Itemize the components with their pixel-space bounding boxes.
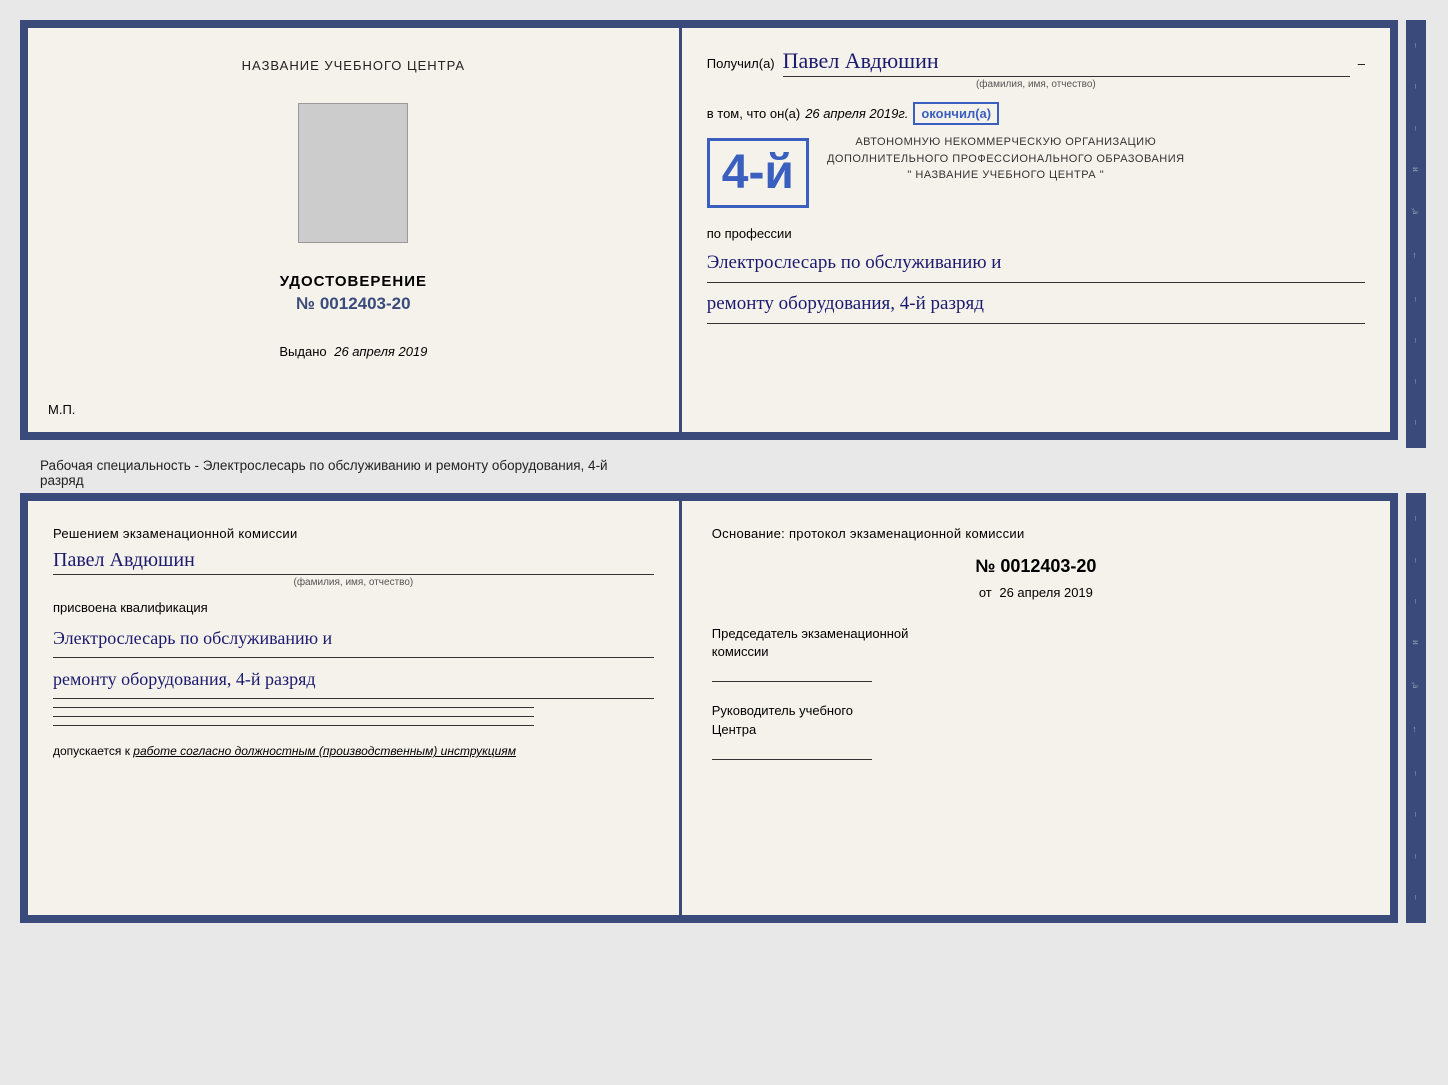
prisvoena-label: присвоена квалификация	[53, 600, 654, 615]
strip-bottom-char-2: –	[1411, 558, 1421, 563]
poluchil-line: Получил(а) Павел Авдюшин –	[707, 48, 1365, 77]
profession-line2-top: ремонту оборудования, 4-й разряд	[707, 287, 1365, 324]
bottom-number: № 0012403-20	[712, 556, 1360, 577]
middle-text-content: Рабочая специальность - Электрослесарь п…	[40, 458, 608, 473]
vtom-date: 26 апреля 2019г.	[805, 106, 908, 121]
strip-char-2: –	[1411, 84, 1421, 89]
stamp-4y: 4-й	[722, 149, 794, 197]
resheniem-text: Решением экзаменационной комиссии	[53, 526, 654, 541]
strip-bottom-char-7: –	[1411, 771, 1421, 776]
bottom-name: Павел Авдюшин	[53, 549, 654, 575]
strip-char-9: –	[1411, 379, 1421, 384]
bottom-left-panel: Решением экзаменационной комиссии Павел …	[28, 501, 682, 915]
ot-label: от	[979, 585, 992, 600]
strip-char-5: ,а	[1411, 208, 1421, 214]
signature-line-3	[53, 725, 534, 726]
mp-label: М.П.	[48, 402, 75, 417]
top-document-wrapper: НАЗВАНИЕ УЧЕБНОГО ЦЕНТРА УДОСТОВЕРЕНИЕ №…	[20, 20, 1398, 448]
strip-char-1: –	[1411, 43, 1421, 48]
top-left-panel: НАЗВАНИЕ УЧЕБНОГО ЦЕНТРА УДОСТОВЕРЕНИЕ №…	[28, 28, 682, 432]
ot-date-value: 26 апреля 2019	[999, 585, 1093, 600]
strip-char-8: –	[1411, 338, 1421, 343]
predsedatel-signature-line	[712, 681, 872, 682]
strip-bottom-char-1: –	[1411, 516, 1421, 521]
dopuskaetsya-label: допускается к	[53, 744, 130, 758]
strip-bottom-char-6: ←	[1411, 725, 1421, 734]
right-strip-bottom: – – – и ,а ← – – – –	[1406, 493, 1426, 923]
strip-char-6: ←	[1411, 251, 1421, 260]
top-center-title: НАЗВАНИЕ УЧЕБНОГО ЦЕНТРА	[242, 58, 465, 73]
strip-char-3: –	[1411, 126, 1421, 131]
stamp-line2: ДОПОЛНИТЕЛЬНОГО ПРОФЕССИОНАЛЬНОГО ОБРАЗО…	[827, 151, 1185, 168]
dopuskaetsya-block: допускается к работе согласно должностны…	[53, 744, 654, 758]
predsedatel-title-text: Председатель экзаменационной	[712, 626, 909, 641]
dash-right: –	[1358, 56, 1365, 71]
dopuskaetsya-text: работе согласно должностным (производств…	[133, 744, 516, 758]
stamp-line3: " НАЗВАНИЕ УЧЕБНОГО ЦЕНТРА "	[827, 167, 1185, 184]
strip-bottom-char-8: –	[1411, 812, 1421, 817]
fio-subtitle-top: (фамилия, имя, отчество)	[707, 79, 1365, 90]
top-right-panel: Получил(а) Павел Авдюшин – (фамилия, имя…	[682, 28, 1390, 432]
bottom-document-wrapper: Решением экзаменационной комиссии Павел …	[20, 493, 1398, 923]
bottom-right-panel: Основание: протокол экзаменационной коми…	[682, 501, 1390, 915]
rukovoditel-title: Руководитель учебного Центра	[712, 702, 1360, 738]
strip-bottom-char-10: –	[1411, 895, 1421, 900]
vydano-label: Выдано	[279, 344, 326, 359]
profession-bottom: Электрослесарь по обслуживанию и ремонту…	[53, 621, 654, 699]
bottom-name-block: Павел Авдюшин (фамилия, имя, отчество)	[53, 549, 654, 588]
signature-line-2	[53, 716, 534, 717]
poluchil-name: Павел Авдюшин	[783, 48, 1350, 77]
udostoverenie-number: № 0012403-20	[280, 294, 427, 314]
profession-line1-top: Электрослесарь по обслуживанию и	[707, 246, 1365, 283]
middle-text2-content: разряд	[40, 473, 84, 488]
udostoverenie-title: УДОСТОВЕРЕНИЕ	[280, 273, 427, 290]
stamp-line1: АВТОНОМНУЮ НЕКОММЕРЧЕСКУЮ ОРГАНИЗАЦИЮ	[827, 134, 1185, 151]
predsedatel-title: Председатель экзаменационной комиссии	[712, 625, 1360, 661]
ot-date-line: от 26 апреля 2019	[712, 585, 1360, 600]
stamp-text: АВТОНОМНУЮ НЕКОММЕРЧЕСКУЮ ОРГАНИЗАЦИЮ ДО…	[819, 130, 1193, 188]
fio-subtitle-bottom: (фамилия, имя, отчество)	[53, 577, 654, 588]
strip-bottom-char-5: ,а	[1411, 682, 1421, 688]
osnovanie-text: Основание: протокол экзаменационной коми…	[712, 526, 1360, 541]
profession-line2-bottom: ремонту оборудования, 4-й разряд	[53, 662, 654, 699]
udostoverenie-block: УДОСТОВЕРЕНИЕ № 0012403-20	[280, 273, 427, 314]
middle-text: Рабочая специальность - Электрослесарь п…	[20, 448, 1428, 493]
strip-char-4: и	[1411, 167, 1421, 172]
okonchil-label: окончил(а)	[913, 102, 999, 125]
photo-placeholder	[298, 103, 408, 243]
right-strip-top: – – – и ,а ← – – – –	[1406, 20, 1426, 448]
strip-char-10: –	[1411, 420, 1421, 425]
strip-bottom-char-9: –	[1411, 854, 1421, 859]
profession-line1-bottom: Электрослесарь по обслуживанию и	[53, 621, 654, 658]
predsedatel-block: Председатель экзаменационной комиссии	[712, 625, 1360, 682]
vtom-label: в том, что он(a)	[707, 106, 800, 121]
top-document: НАЗВАНИЕ УЧЕБНОГО ЦЕНТРА УДОСТОВЕРЕНИЕ №…	[20, 20, 1398, 440]
predsedatel-subtitle-text: комиссии	[712, 644, 769, 659]
vydano-line: Выдано 26 апреля 2019	[279, 344, 427, 359]
rukovoditel-signature-line	[712, 759, 872, 760]
strip-char-7: –	[1411, 297, 1421, 302]
stamp-area: 4-й АВТОНОМНУЮ НЕКОММЕРЧЕСКУЮ ОРГАНИЗАЦИ…	[707, 130, 1365, 216]
po-professii-label: по профессии	[707, 226, 1365, 241]
strip-bottom-char-3: –	[1411, 599, 1421, 604]
profession-top: Электрослесарь по обслуживанию и ремонту…	[707, 246, 1365, 324]
bottom-document: Решением экзаменационной комиссии Павел …	[20, 493, 1398, 923]
stamp-4y-box: 4-й	[707, 138, 809, 208]
poluchil-label: Получил(а)	[707, 56, 775, 71]
strip-bottom-char-4: и	[1411, 640, 1421, 645]
page-container: НАЗВАНИЕ УЧЕБНОГО ЦЕНТРА УДОСТОВЕРЕНИЕ №…	[20, 20, 1428, 923]
vydano-date: 26 апреля 2019	[334, 344, 427, 359]
rukovoditel-title-text: Руководитель учебного	[712, 703, 853, 718]
signature-line-1	[53, 707, 534, 708]
vtom-line: в том, что он(a) 26 апреля 2019г. окончи…	[707, 102, 1365, 125]
rukovoditel-subtitle-text: Центра	[712, 722, 756, 737]
rukovoditel-block: Руководитель учебного Центра	[712, 702, 1360, 759]
